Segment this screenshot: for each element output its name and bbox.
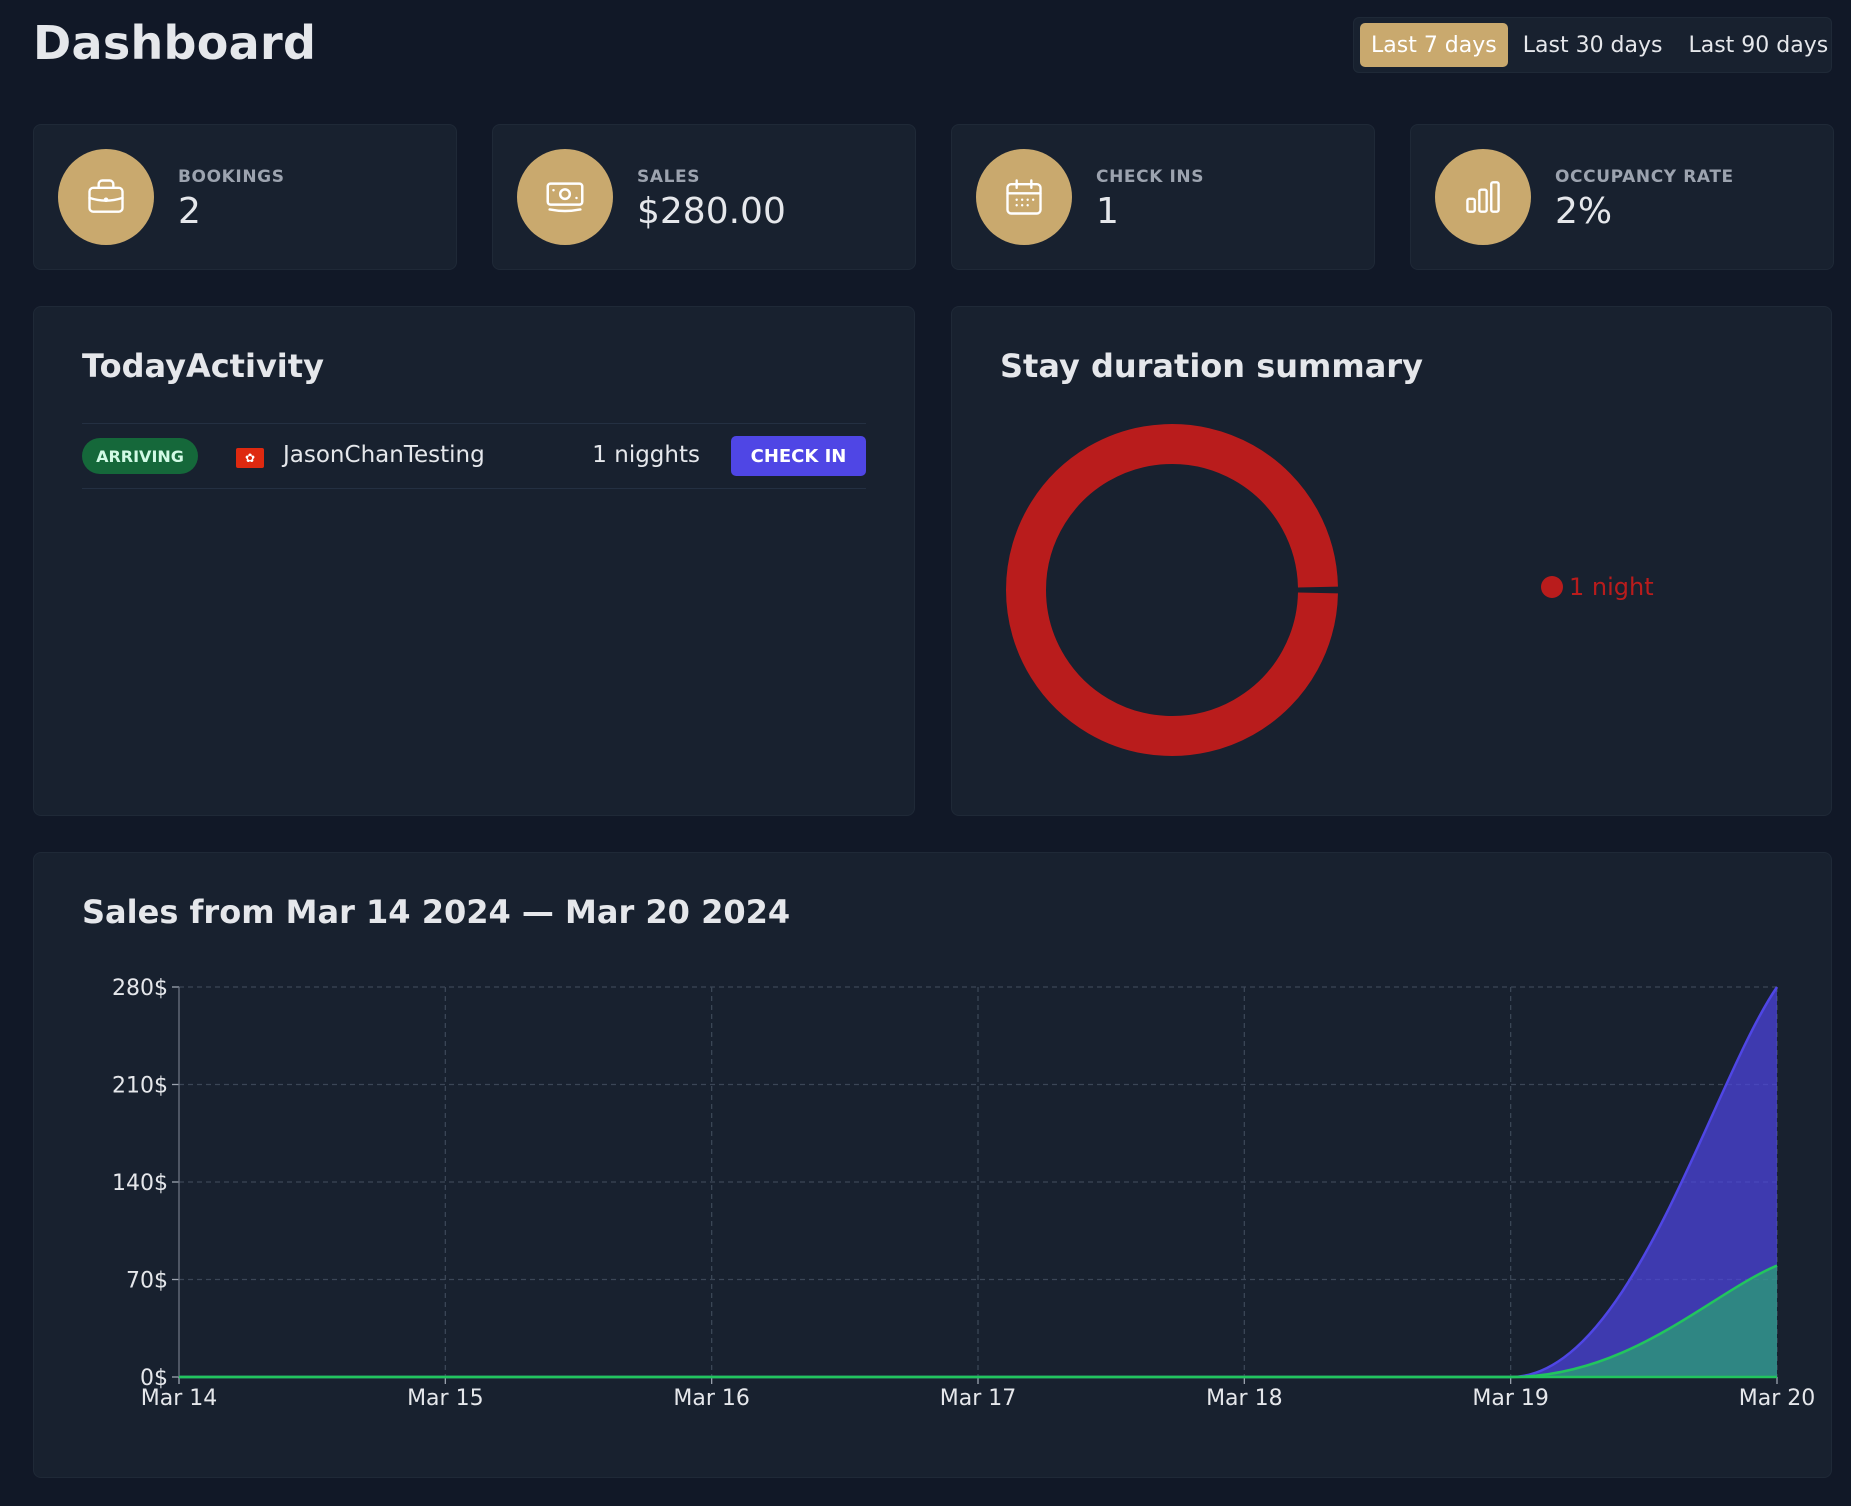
- stat-label: Occupancy rate: [1555, 167, 1734, 187]
- chart-bar-icon: [1435, 149, 1531, 245]
- y-tick-label: 70$: [126, 1269, 168, 1294]
- guest-name: JasonChanTesting: [283, 442, 485, 468]
- stat-value: 1: [1096, 191, 1119, 232]
- stat-card-bookings: Bookings 2: [33, 124, 457, 270]
- y-tick-label: 140$: [112, 1171, 168, 1196]
- legend-dot: [1541, 576, 1563, 598]
- x-tick-label: Mar 19: [1472, 1386, 1549, 1411]
- donut-chart: [1006, 424, 1338, 756]
- chart-legend: 1 night: [1541, 573, 1654, 601]
- x-tick-label: Mar 15: [407, 1386, 484, 1411]
- stat-value: 2%: [1555, 191, 1613, 232]
- date-range-filter: Last 7 days Last 30 days Last 90 days: [1353, 17, 1832, 73]
- filter-last-90-days[interactable]: Last 90 days: [1677, 23, 1839, 67]
- x-tick-label: Mar 18: [1206, 1386, 1283, 1411]
- check-in-button[interactable]: Check in: [731, 436, 866, 476]
- legend-label: 1 night: [1569, 573, 1654, 601]
- stay-duration-panel: Stay duration summary 1 night: [951, 306, 1832, 816]
- x-tick-label: Mar 16: [673, 1386, 750, 1411]
- page-title: Dashboard: [33, 16, 317, 70]
- briefcase-icon: [58, 149, 154, 245]
- stat-value: $280.00: [637, 191, 786, 232]
- stat-card-occupancy: Occupancy rate 2%: [1410, 124, 1834, 270]
- today-activity-title: TodayActivity: [82, 347, 324, 385]
- stay-duration-title: Stay duration summary: [1000, 347, 1423, 385]
- sales-area-chart: 0$70$140$210$280$Mar 14 Mar 15 Mar 16 Mar 1…: [112, 976, 1816, 1411]
- banknotes-icon: [517, 149, 613, 245]
- stat-label: Sales: [637, 167, 701, 187]
- nights-count: 1 nigghts: [592, 442, 700, 468]
- filter-last-30-days[interactable]: Last 30 days: [1512, 23, 1674, 67]
- activity-row: Arriving ✿ JasonChanTesting 1 nigghts Ch…: [82, 423, 866, 489]
- stat-value: 2: [178, 191, 201, 232]
- x-tick-label: Mar 17: [940, 1386, 1017, 1411]
- filter-last-7-days[interactable]: Last 7 days: [1360, 23, 1508, 67]
- sales-panel: Sales from Mar 14 2024 — Mar 20 2024 0$ 7…: [33, 852, 1832, 1478]
- stat-label: Check ins: [1096, 167, 1205, 187]
- x-tick-label: Mar 20: [1739, 1386, 1816, 1411]
- calendar-icon: [976, 149, 1072, 245]
- donut-slice: [1006, 424, 1338, 756]
- stat-card-sales: Sales $280.00: [492, 124, 916, 270]
- y-tick-label: 280$: [112, 976, 168, 1001]
- today-activity-panel: TodayActivity Arriving ✿ JasonChanTestin…: [33, 306, 915, 816]
- stat-label: Bookings: [178, 167, 285, 187]
- hong-kong-flag-icon: ✿: [236, 448, 264, 468]
- status-badge: Arriving: [82, 438, 198, 474]
- stat-card-check-ins: Check ins 1: [951, 124, 1375, 270]
- x-tick-label: Mar 14: [141, 1386, 218, 1411]
- y-tick-label: 210$: [112, 1074, 168, 1099]
